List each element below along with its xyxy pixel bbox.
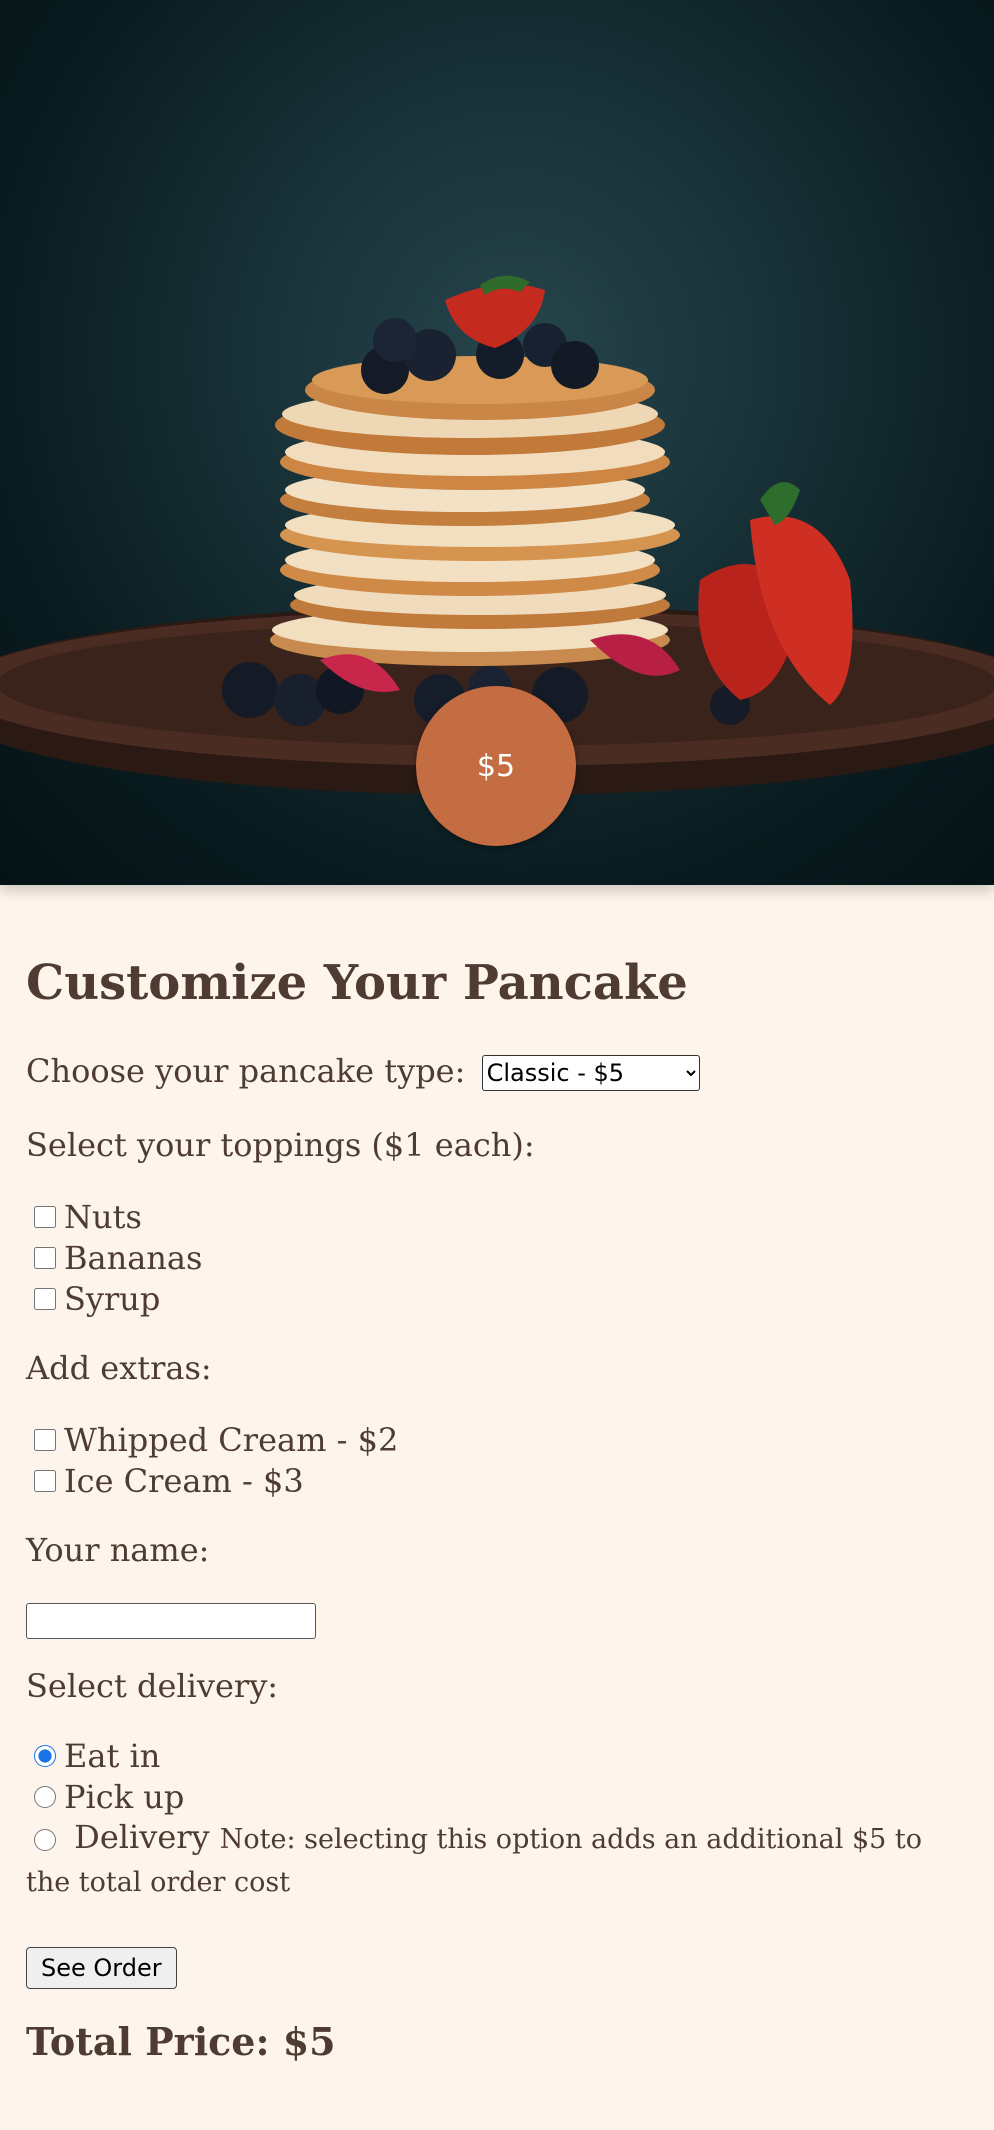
pancake-type-label: Choose your pancake type: bbox=[26, 1051, 466, 1090]
extras-list: Whipped Cream - $2 Ice Cream - $3 bbox=[26, 1419, 968, 1501]
delivery-option-label: Pick up bbox=[64, 1777, 185, 1816]
topping-label: Nuts bbox=[64, 1197, 142, 1236]
pancake-type-row: Choose your pancake type: Classic - $5 bbox=[26, 1051, 968, 1093]
extra-label: Ice Cream - $3 bbox=[64, 1461, 304, 1500]
delivery-pick-up[interactable]: Pick up bbox=[26, 1776, 968, 1817]
extra-ice-cream[interactable]: Ice Cream - $3 bbox=[26, 1460, 968, 1501]
delivery-delivery-row: Delivery Note: selecting this option add… bbox=[26, 1817, 968, 1903]
topping-bananas[interactable]: Bananas bbox=[26, 1237, 968, 1278]
extra-whipped-cream[interactable]: Whipped Cream - $2 bbox=[26, 1419, 968, 1460]
topping-syrup[interactable]: Syrup bbox=[26, 1278, 968, 1319]
delivery-eat-in[interactable]: Eat in bbox=[26, 1735, 968, 1776]
price-badge: $5 bbox=[416, 686, 576, 846]
extra-whipped-cream-checkbox[interactable] bbox=[34, 1428, 56, 1451]
order-form: Customize Your Pancake Choose your panca… bbox=[0, 885, 994, 2064]
delivery-option-label: Eat in bbox=[64, 1736, 161, 1775]
extra-ice-cream-checkbox[interactable] bbox=[34, 1469, 56, 1492]
name-input[interactable] bbox=[26, 1603, 316, 1640]
delivery-options: Eat in Pick up Delivery Note: selecting … bbox=[26, 1735, 968, 1903]
hero-image: $5 bbox=[0, 0, 994, 885]
topping-label: Bananas bbox=[64, 1238, 203, 1277]
page-title: Customize Your Pancake bbox=[26, 955, 688, 1011]
total-price: Total Price: $5 bbox=[26, 2019, 336, 2065]
topping-bananas-checkbox[interactable] bbox=[34, 1246, 56, 1269]
name-label: Your name: bbox=[26, 1531, 210, 1570]
toppings-label: Select your toppings ($1 each): bbox=[26, 1126, 535, 1165]
extras-label: Add extras: bbox=[26, 1349, 212, 1388]
delivery-pick-up-radio[interactable] bbox=[34, 1785, 56, 1808]
topping-nuts-checkbox[interactable] bbox=[34, 1205, 56, 1228]
extra-label: Whipped Cream - $2 bbox=[64, 1420, 399, 1459]
toppings-list: Nuts Bananas Syrup bbox=[26, 1196, 968, 1319]
delivery-eat-in-radio[interactable] bbox=[34, 1744, 56, 1767]
delivery-label: Select delivery: bbox=[26, 1667, 279, 1706]
topping-syrup-checkbox[interactable] bbox=[34, 1287, 56, 1310]
topping-nuts[interactable]: Nuts bbox=[26, 1196, 968, 1237]
see-order-button[interactable]: See Order bbox=[26, 1947, 177, 1990]
delivery-delivery-radio[interactable] bbox=[34, 1828, 56, 1851]
topping-label: Syrup bbox=[64, 1279, 161, 1318]
delivery-option-label: Delivery bbox=[74, 1818, 210, 1857]
delivery-delivery[interactable]: Delivery bbox=[26, 1818, 220, 1856]
pancake-type-select[interactable]: Classic - $5 bbox=[481, 1055, 700, 1092]
